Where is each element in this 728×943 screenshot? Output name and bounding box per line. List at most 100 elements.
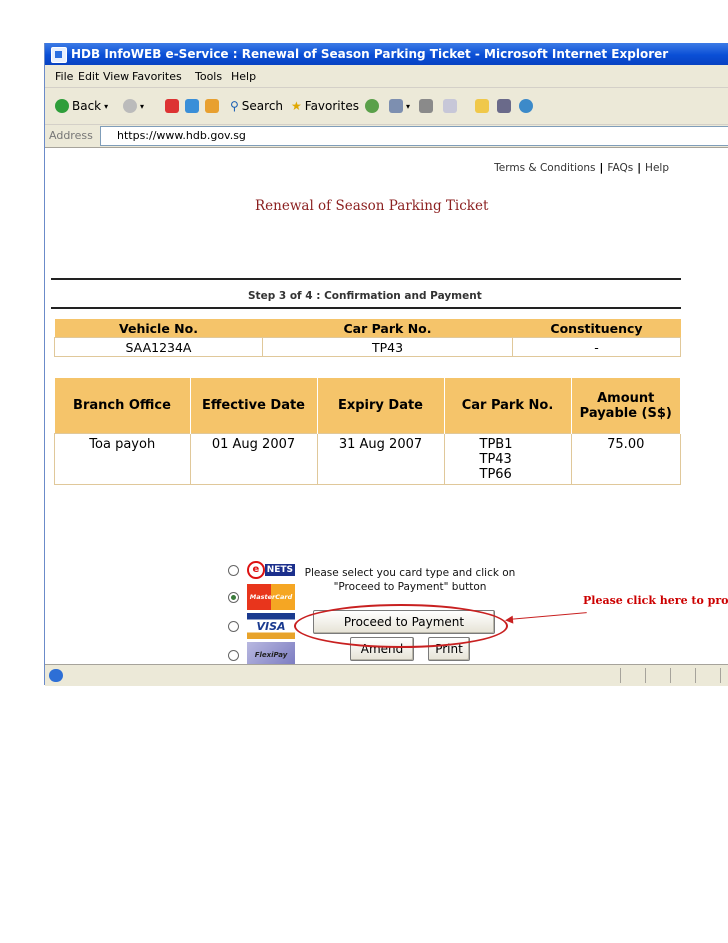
search-button[interactable]: ⚲ Search [230,99,283,113]
stop-button[interactable] [165,99,179,113]
terms-link[interactable]: Terms & Conditions [494,162,595,174]
help-link[interactable]: Help [645,162,669,174]
header-car-park-no: Car Park No. [262,319,513,338]
step-indicator: Step 3 of 4 : Confirmation and Payment [248,290,482,302]
header-car-park-no: Car Park No. [444,378,572,434]
nets-logo: e NETS [247,557,295,583]
card-option-visa: VISA [228,613,295,639]
refresh-icon [185,99,199,113]
visa-label: VISA [256,619,286,633]
edit-button[interactable] [443,99,457,113]
status-divider [695,668,696,683]
chevron-down-icon: ▾ [406,101,411,111]
printer-icon [419,99,433,113]
faqs-link[interactable]: FAQs [607,162,633,174]
car-park-item: TP66 [479,467,512,482]
top-links: Terms & Conditions | FAQs | Help [494,162,669,174]
radio-visa[interactable] [228,620,239,632]
messenger-icon [519,99,533,113]
address-bar: Address https://www.hdb.gov.sg [45,125,728,148]
arrowhead-icon [504,615,514,625]
browser-window: HDB InfoWEB e-Service : Renewal of Seaso… [44,43,728,686]
research-button[interactable] [497,99,511,113]
mail-button[interactable]: ▾ [389,99,410,113]
chevron-down-icon: ▾ [140,101,145,111]
address-input[interactable]: https://www.hdb.gov.sg [100,126,728,146]
separator: | [637,162,642,174]
highlight-ellipse [294,604,508,648]
header-expiry-date: Expiry Date [317,378,445,434]
status-divider [645,668,646,683]
header-constituency: Constituency [512,319,681,338]
flexipay-label: FlexiPay [254,651,288,659]
radio-nets[interactable] [228,564,239,576]
forward-arrow-icon [123,99,137,113]
divider [51,278,681,280]
history-button[interactable] [365,99,379,113]
table-row: SAA1234A TP43 - [54,337,681,357]
window-title: HDB InfoWEB e-Service : Renewal of Seaso… [71,47,669,61]
car-parks-cell: TPB1 TP43 TP66 [443,433,572,485]
payment-instruction: Please select you card type and click on… [304,567,516,593]
search-icon: ⚲ [230,99,239,113]
status-bar [45,664,728,686]
mastercard-label: MasterCard [249,593,293,601]
expiry-date-cell: 31 Aug 2007 [316,433,445,485]
menu-bar: File Edit View Favorites Tools Help [45,65,728,88]
favorites-button[interactable]: ★ Favorites [291,99,359,113]
ie-window-icon [51,47,67,63]
title-bar: HDB InfoWEB e-Service : Renewal of Seaso… [45,43,728,65]
folder-icon [475,99,489,113]
amount-cell: 75.00 [570,433,681,485]
header-vehicle-no: Vehicle No. [54,319,263,338]
page-title: Renewal of Season Parking Ticket [255,198,489,214]
status-divider [720,668,721,683]
refresh-button[interactable] [185,99,199,113]
car-park-cell: TP43 [262,337,513,357]
research-icon [497,99,511,113]
stop-icon [165,99,179,113]
menu-edit[interactable]: Edit [78,70,99,83]
page-content: Terms & Conditions | FAQs | Help Renewal of … [45,148,728,668]
back-button[interactable]: Back ▾ [55,99,108,113]
ticket-table: Branch Office Effective Date Expiry Date… [54,378,681,485]
word-icon [443,99,457,113]
history-icon [365,99,379,113]
favorites-label: Favorites [304,99,359,113]
print-toolbar-button[interactable] [419,99,433,113]
branch-cell: Toa payoh [54,433,191,485]
table-row: Toa payoh 01 Aug 2007 31 Aug 2007 TPB1 T… [54,433,681,485]
menu-tools[interactable]: Tools [195,70,222,83]
back-label: Back [72,99,102,113]
back-arrow-icon [55,99,69,113]
vehicle-no-cell: SAA1234A [54,337,263,357]
star-icon: ★ [291,99,302,113]
mastercard-logo: MasterCard [247,584,295,610]
menu-favorites[interactable]: Favorites [132,70,182,83]
home-icon [205,99,219,113]
radio-mastercard[interactable] [228,591,239,603]
mail-icon [389,99,403,113]
radio-flexipay[interactable] [228,649,239,661]
menu-file[interactable]: File [55,70,73,83]
effective-date-cell: 01 Aug 2007 [189,433,318,485]
address-url: https://www.hdb.gov.sg [117,129,246,142]
card-option-nets: e NETS [228,557,295,583]
forward-button[interactable]: ▾ [123,99,144,113]
status-divider [670,668,671,683]
car-park-item: TPB1 [479,437,513,452]
status-divider [620,668,621,683]
car-park-item: TP43 [479,452,512,467]
annotation-text: Please click here to proc [583,594,728,607]
chevron-down-icon: ▾ [104,101,109,111]
home-button[interactable] [205,99,219,113]
constituency-cell: - [512,337,681,357]
vehicle-table: Vehicle No. Car Park No. Constituency SA… [54,319,681,357]
header-effective-date: Effective Date [190,378,318,434]
messenger-button[interactable] [519,99,533,113]
menu-view[interactable]: View [103,70,129,83]
search-label: Search [241,99,284,113]
folder-button[interactable] [475,99,489,113]
ie-page-icon [49,669,63,682]
menu-help[interactable]: Help [231,70,256,83]
